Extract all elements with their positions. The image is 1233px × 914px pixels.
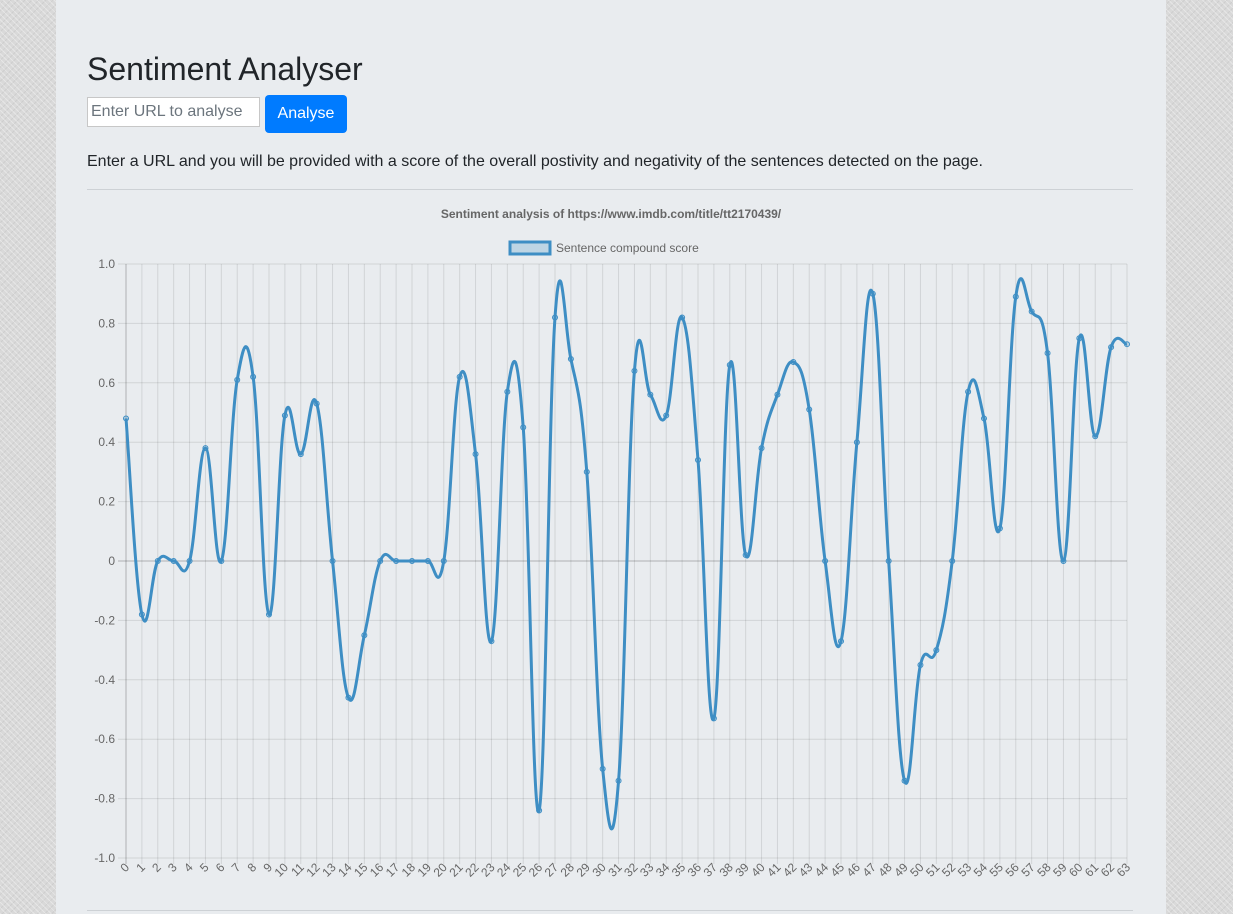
legend-label: Sentence compound score — [556, 241, 699, 255]
data-point[interactable] — [472, 451, 479, 458]
y-tick-label: 1.0 — [98, 257, 115, 271]
data-point[interactable] — [774, 391, 781, 398]
x-tick-label: 1 — [133, 860, 148, 875]
y-tick-label: 0.2 — [98, 495, 115, 509]
data-point[interactable] — [202, 445, 209, 452]
y-tick-label: -0.2 — [94, 613, 115, 627]
data-point[interactable] — [154, 558, 161, 564]
data-point[interactable] — [377, 558, 384, 564]
y-tick-label: 0.8 — [98, 316, 115, 330]
data-point[interactable] — [631, 367, 638, 374]
data-point[interactable] — [917, 661, 924, 668]
data-point[interactable] — [266, 611, 272, 618]
x-tick-label: 8 — [245, 860, 260, 875]
data-point[interactable] — [981, 415, 987, 422]
data-point[interactable] — [123, 415, 129, 422]
data-point[interactable] — [615, 777, 622, 784]
data-point[interactable] — [456, 373, 463, 380]
data-point[interactable] — [313, 400, 320, 407]
y-tick-label: 0 — [108, 554, 115, 568]
data-point[interactable] — [742, 552, 749, 559]
data-point[interactable] — [424, 558, 431, 564]
data-point[interactable] — [170, 558, 177, 564]
data-point[interactable] — [281, 412, 288, 419]
data-point[interactable] — [504, 388, 511, 395]
y-tick-label: -1.0 — [94, 851, 115, 865]
data-point[interactable] — [853, 439, 860, 446]
data-point[interactable] — [218, 558, 225, 564]
data-point[interactable] — [1092, 433, 1099, 440]
series-line — [124, 277, 1128, 831]
data-point[interactable] — [695, 457, 701, 464]
data-point[interactable] — [1060, 558, 1067, 564]
data-point[interactable] — [1108, 344, 1115, 351]
x-tick-label: 0 — [117, 860, 132, 875]
chart-grid — [118, 263, 1128, 864]
chart-legend[interactable]: Sentence compound score — [508, 240, 699, 256]
x-tick-label: 6 — [213, 860, 228, 875]
data-point[interactable] — [965, 388, 972, 395]
data-point[interactable] — [726, 361, 733, 368]
x-tick-label: 3 — [165, 860, 180, 875]
data-point[interactable] — [250, 373, 257, 380]
data-point[interactable] — [806, 406, 813, 413]
data-point[interactable] — [138, 611, 145, 618]
data-point[interactable] — [567, 356, 574, 363]
y-tick-label: 0.6 — [98, 376, 115, 390]
data-point[interactable] — [234, 376, 241, 383]
y-axis-ticks: 1.0 0.8 0.6 0.4 0.2 0 -0.2 -0.4 -0.6 -0.8 -1.0 — [94, 257, 115, 865]
x-tick-label: 7 — [229, 860, 244, 875]
data-point[interactable] — [393, 558, 400, 564]
data-point[interactable] — [1124, 341, 1130, 348]
y-tick-label: -0.6 — [94, 732, 115, 746]
data-point[interactable] — [710, 715, 717, 722]
data-point[interactable] — [329, 558, 336, 564]
data-point[interactable] — [1028, 308, 1035, 315]
data-point[interactable] — [679, 314, 686, 321]
x-axis-ticks: 0 1 2 3 4 5 6 7 8 9101112131415161718192021222324… — [117, 860, 1133, 880]
data-point[interactable] — [901, 777, 908, 784]
data-point[interactable] — [1076, 335, 1083, 342]
y-tick-label: -0.4 — [94, 673, 115, 687]
data-point[interactable] — [361, 632, 368, 639]
data-point[interactable] — [758, 445, 765, 452]
sentiment-chart: Sentiment analysis of https://www.imdb.c… — [94, 207, 1133, 880]
data-point[interactable] — [186, 558, 193, 564]
x-tick-label: 63 — [1114, 860, 1134, 880]
data-point[interactable] — [869, 290, 876, 297]
data-point[interactable] — [488, 638, 495, 645]
y-tick-label: 0.4 — [98, 435, 115, 449]
data-point[interactable] — [949, 558, 956, 564]
divider-bottom — [87, 910, 1133, 911]
chart-title: Sentiment analysis of https://www.imdb.c… — [441, 207, 782, 221]
data-point[interactable] — [536, 807, 543, 814]
data-point[interactable] — [885, 558, 892, 564]
data-point[interactable] — [440, 558, 447, 564]
data-point[interactable] — [583, 468, 590, 475]
x-tick-label: 5 — [197, 860, 212, 875]
data-point[interactable] — [552, 314, 558, 321]
data-point[interactable] — [345, 694, 352, 701]
x-tick-label: 4 — [181, 860, 196, 875]
data-point[interactable] — [790, 359, 797, 366]
data-point[interactable] — [1012, 293, 1019, 300]
legend-swatch — [508, 240, 552, 256]
data-point[interactable] — [1044, 350, 1051, 357]
data-point[interactable] — [996, 525, 1003, 532]
y-tick-label: -0.8 — [94, 792, 115, 806]
data-point[interactable] — [663, 412, 670, 419]
data-point[interactable] — [933, 647, 940, 654]
data-point[interactable] — [822, 558, 829, 564]
x-tick-label: 2 — [149, 860, 164, 875]
data-point[interactable] — [297, 451, 304, 458]
main-container: Sentiment Analyser Analyse Enter a URL a… — [56, 0, 1166, 914]
data-point[interactable] — [520, 424, 527, 431]
data-point[interactable] — [647, 391, 654, 398]
data-point[interactable] — [409, 558, 415, 564]
data-point[interactable] — [599, 765, 606, 772]
data-point[interactable] — [838, 638, 844, 645]
